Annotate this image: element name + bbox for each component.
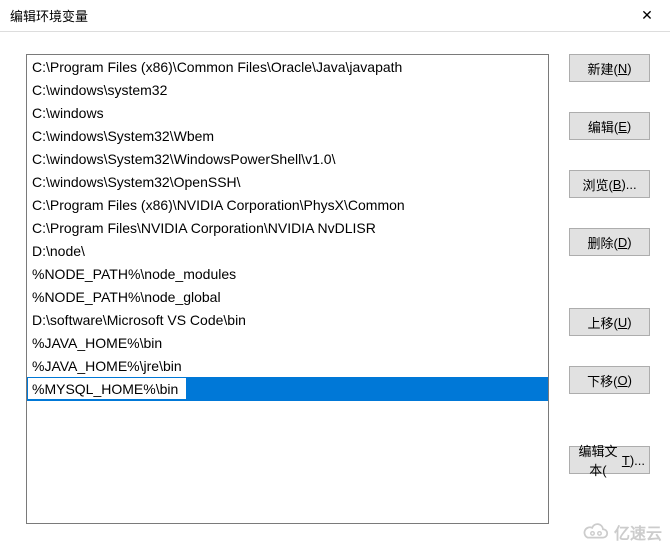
- list-item[interactable]: D:\software\Microsoft VS Code\bin: [27, 308, 548, 331]
- edit-button[interactable]: 编辑(E): [569, 112, 650, 140]
- close-button[interactable]: ✕: [624, 0, 670, 32]
- delete-button[interactable]: 删除(D): [569, 228, 650, 256]
- list-item-editing[interactable]: [27, 377, 548, 401]
- list-item[interactable]: C:\windows\System32\OpenSSH\: [27, 170, 548, 193]
- path-edit-input[interactable]: [27, 377, 187, 400]
- new-button[interactable]: 新建(N): [569, 54, 650, 82]
- list-item[interactable]: D:\node\: [27, 239, 548, 262]
- list-item[interactable]: %JAVA_HOME%\jre\bin: [27, 354, 548, 377]
- close-icon: ✕: [641, 7, 653, 24]
- watermark-text: 亿速云: [614, 520, 662, 544]
- list-item[interactable]: C:\windows\System32\Wbem: [27, 124, 548, 147]
- list-item[interactable]: C:\windows\system32: [27, 78, 548, 101]
- watermark: 亿速云: [582, 520, 662, 544]
- window-title: 编辑环境变量: [10, 6, 88, 25]
- content-area: C:\Program Files (x86)\Common Files\Orac…: [0, 32, 670, 524]
- browse-button[interactable]: 浏览(B)...: [569, 170, 650, 198]
- edittext-button[interactable]: 编辑文本(T)...: [569, 446, 650, 474]
- list-item[interactable]: C:\windows: [27, 101, 548, 124]
- cloud-icon: [582, 523, 610, 541]
- list-item[interactable]: C:\Program Files (x86)\NVIDIA Corporatio…: [27, 193, 548, 216]
- list-item[interactable]: C:\windows\System32\WindowsPowerShell\v1…: [27, 147, 548, 170]
- button-column: 新建(N) 编辑(E) 浏览(B)... 删除(D) 上移(U) 下移(O) 编…: [569, 54, 650, 524]
- path-listbox[interactable]: C:\Program Files (x86)\Common Files\Orac…: [26, 54, 549, 524]
- list-item[interactable]: C:\Program Files\NVIDIA Corporation\NVID…: [27, 216, 548, 239]
- list-item[interactable]: %JAVA_HOME%\bin: [27, 331, 548, 354]
- moveup-button[interactable]: 上移(U): [569, 308, 650, 336]
- movedown-button[interactable]: 下移(O): [569, 366, 650, 394]
- titlebar: 编辑环境变量 ✕: [0, 0, 670, 32]
- list-item[interactable]: %NODE_PATH%\node_modules: [27, 262, 548, 285]
- list-item[interactable]: %NODE_PATH%\node_global: [27, 285, 548, 308]
- list-item[interactable]: C:\Program Files (x86)\Common Files\Orac…: [27, 55, 548, 78]
